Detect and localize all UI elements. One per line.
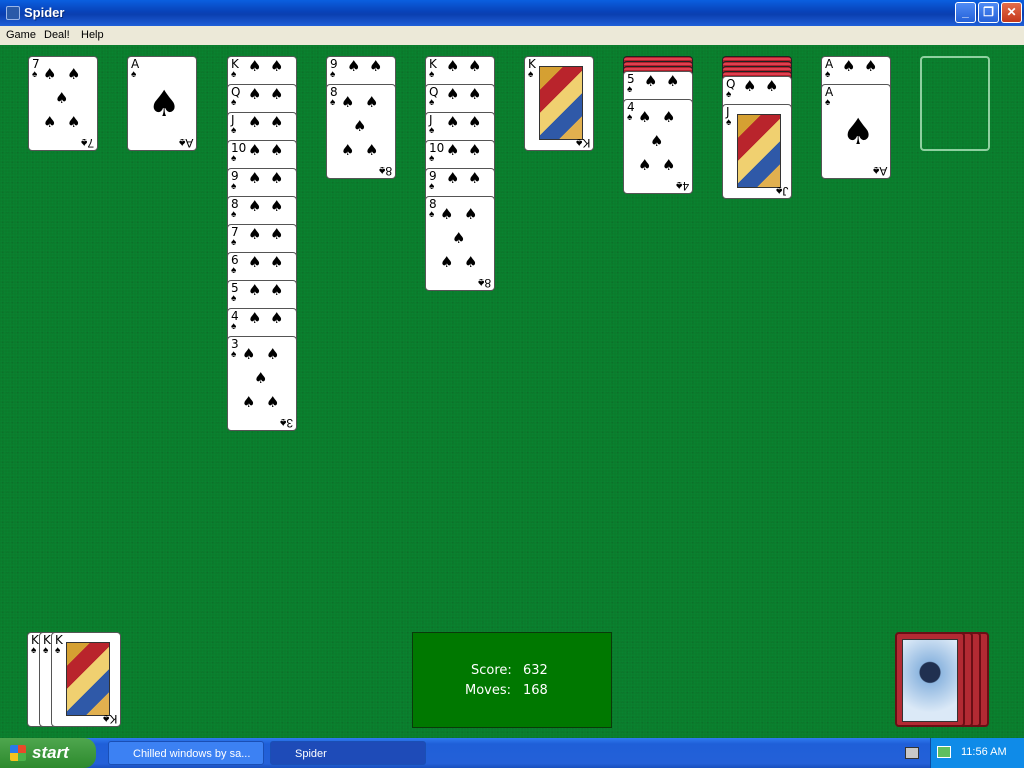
start-label: start xyxy=(32,743,69,762)
score-panel: Score: 632 Moves: 168 xyxy=(412,632,612,728)
menu-bar: Game Deal! Help xyxy=(0,26,1024,45)
close-button[interactable]: ✕ xyxy=(1001,2,1022,23)
moves-label: Moves: xyxy=(465,683,512,698)
menu-deal[interactable]: Deal! xyxy=(44,29,70,41)
tableau-card[interactable]: 8 ♠ ♠ ♠ ♠ ♠ ♠ 8♠ xyxy=(326,84,396,179)
system-tray: 11:56 AM xyxy=(930,738,1024,768)
menu-help[interactable]: Help xyxy=(81,29,104,41)
menu-game[interactable]: Game xyxy=(6,29,36,41)
taskbar: start Chilled windows by sa... Spider 11… xyxy=(0,738,1024,768)
tableau-card[interactable]: 3 ♠ ♠ ♠ ♠ ♠ ♠ 3♠ xyxy=(227,336,297,431)
tableau-card[interactable]: 7 ♠ ♠ ♠ ♠ ♠ ♠ 7♠ xyxy=(28,56,98,151)
tableau-card[interactable]: K ♠ K♠ xyxy=(524,56,594,151)
tableau-card[interactable]: 4 ♠ ♠ ♠ ♠ ♠ ♠ 4♠ xyxy=(623,99,693,194)
minimize-button[interactable]: _ xyxy=(955,2,976,23)
tableau-card[interactable]: A ♠ ♠ A♠ xyxy=(127,56,197,151)
score-value: 632 xyxy=(523,663,548,678)
spider-app-icon xyxy=(6,6,20,20)
score-label: Score: xyxy=(471,663,512,678)
task-chilled-windows[interactable]: Chilled windows by sa... xyxy=(108,741,264,765)
tableau-card[interactable]: 8 ♠ ♠ ♠ ♠ ♠ ♠ 8♠ xyxy=(425,196,495,291)
completed-stack: K ♠ K ♠ K ♠ K♠ xyxy=(27,632,127,728)
clock[interactable]: 11:56 AM xyxy=(961,746,1007,758)
network-icon[interactable] xyxy=(937,746,951,758)
stock-pile[interactable] xyxy=(895,632,995,728)
tableau-card[interactable]: A ♠ ♠ A♠ xyxy=(821,84,891,179)
maximize-button[interactable]: ❐ xyxy=(978,2,999,23)
game-table[interactable]: 7 ♠ ♠ ♠ ♠ ♠ ♠ 7♠ A ♠ ♠ A♠ K ♠ ♠ ♠ Q ♠ ♠ ♠ J ♠ ♠ ♠ 10 ♠ ♠ ♠ 9 ♠ ♠ ♠ 8 ♠ ♠ ♠ 7… xyxy=(0,45,1024,738)
start-button[interactable]: start xyxy=(0,738,96,768)
task-spider[interactable]: Spider xyxy=(270,741,426,765)
spider-icon xyxy=(902,639,958,722)
moves-value: 168 xyxy=(523,683,548,698)
windows-logo-icon xyxy=(10,745,26,761)
empty-column[interactable] xyxy=(920,56,990,151)
foundation-card: K ♠ K♠ xyxy=(51,632,121,727)
title-bar: Spider _ ❐ ✕ xyxy=(0,0,1024,26)
tableau-card[interactable]: J ♠ J♠ xyxy=(722,104,792,199)
window-title: Spider xyxy=(24,5,65,20)
keyboard-icon[interactable] xyxy=(905,747,919,759)
